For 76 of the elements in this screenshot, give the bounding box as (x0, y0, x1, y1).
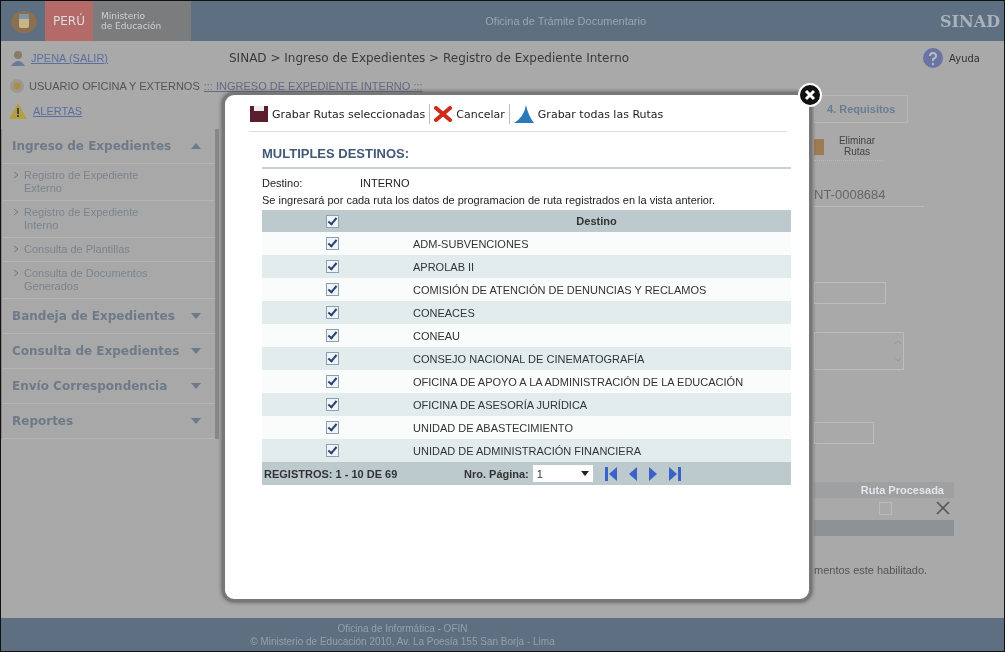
delete-icon[interactable] (936, 501, 950, 515)
warning-icon (9, 103, 27, 119)
instruction-text: Se ingresará por cada ruta los datos de programacion de ruta registrados en la vista anterior. (262, 194, 717, 206)
caret-icon (191, 348, 201, 354)
table-cell-text: CONEAU (412, 329, 462, 342)
record-count: REGISTROS: 1 - 10 DE 69 (264, 467, 399, 480)
table-cell-text: CONEACES (412, 306, 476, 319)
last-page-icon[interactable] (668, 466, 681, 481)
toolbar-button[interactable]: Cancelar (433, 104, 506, 124)
menu-group[interactable]: Reportes (2, 404, 215, 439)
brand-label: SINAD (940, 11, 1001, 31)
checkbox[interactable] (325, 283, 339, 296)
section-title: ::: INGRESO DE EXPEDIENTE INTERNO ::: (203, 80, 423, 92)
checkbox[interactable] (325, 306, 339, 319)
table-cell-text: ADM-SUBVENCIONES (412, 237, 530, 250)
chevron-icon (14, 246, 18, 252)
toolbar-button[interactable]: Grabar todas las Rutas (512, 103, 665, 125)
chevron-icon (14, 172, 18, 178)
requirements-tab[interactable]: 4. Requisitos (814, 95, 909, 123)
ministry-label: Ministerio de Educación (92, 1, 192, 41)
checkbox[interactable] (325, 444, 339, 457)
user-icon (11, 50, 25, 66)
checkbox[interactable] (325, 352, 339, 365)
menu-group[interactable]: Envío Correspondencia (2, 369, 215, 404)
delete-routes-button[interactable]: Eliminar Rutas (832, 135, 882, 157)
caret-icon (191, 143, 201, 149)
menu-group[interactable]: Consulta de Expedientes (2, 334, 215, 369)
previous-page-icon[interactable] (628, 466, 637, 481)
checkbox[interactable] (325, 421, 339, 434)
checkbox[interactable] (325, 398, 339, 411)
floppy-icon (250, 106, 268, 122)
column-header: Destino (575, 215, 618, 227)
table-cell-text: OFICINA DE APOYO A LA ADMINISTRACIÓN DE LA EDUCACIÓN (412, 375, 745, 388)
help-link[interactable]: Ayuda (949, 52, 980, 64)
checkbox[interactable] (325, 260, 339, 273)
column-header: Ruta Procesada (814, 482, 954, 498)
text-field[interactable] (814, 422, 874, 444)
field-label: Destino: (262, 177, 304, 189)
field-value: INTERNO (360, 177, 410, 189)
toolbar-button[interactable]: Grabar Rutas seleccionadas (249, 104, 427, 124)
page-dropdown[interactable]: 1 (532, 465, 593, 482)
chevron-icon (14, 209, 18, 215)
country-label: PERÚ (45, 1, 93, 41)
table-cell-text: UNIDAD DE ADMINISTRACIÓN FINANCIERA (412, 444, 642, 457)
checkbox[interactable] (325, 375, 339, 388)
table-cell-text: UNIDAD DE ABASTECIMIENTO (412, 421, 574, 434)
checkbox[interactable] (325, 329, 339, 342)
caret-icon (191, 313, 201, 319)
caret-icon (191, 418, 201, 424)
checkbox[interactable] (325, 237, 339, 250)
menu-group[interactable]: Ingreso de Expedientes (2, 129, 215, 164)
cross-icon (434, 106, 453, 122)
badge-icon (9, 78, 25, 94)
table-cell-text: APROLAB II (412, 260, 476, 273)
table-cell-text: CONSEJO NACIONAL DE CINEMATOGRAFÍA (412, 352, 646, 365)
breadcrumb: SINAD > Ingreso de Expedientes > Registro de Expediente Interno (228, 51, 631, 65)
dropdown-arrow-icon (580, 471, 589, 476)
note-text: mentos este habilitado. (814, 564, 928, 576)
user-role: USUARIO OFICINA Y EXTERNOS (29, 80, 200, 92)
alerts-link[interactable]: ALERTAS (33, 105, 83, 117)
select-all-checkbox[interactable] (325, 214, 339, 228)
text-field[interactable] (814, 282, 886, 304)
first-page-icon[interactable] (604, 466, 617, 481)
chevron-icon (14, 270, 18, 276)
menu-group[interactable]: Bandeja de Expedientes (2, 299, 215, 334)
fin-icon (513, 105, 534, 123)
close-icon[interactable] (798, 83, 822, 107)
record-number: NT-0008684 (814, 187, 924, 207)
dialog-title: MULTIPLES DESTINOS: (262, 146, 791, 169)
app-title: Oficina de Trámite Documentario (484, 15, 648, 27)
caret-icon (191, 383, 201, 389)
table-cell-text: COMISIÓN DE ATENCIÓN DE DENUNCIAS Y RECLAMOS (412, 283, 708, 296)
table-cell-text: OFICINA DE ASESORÍA JURÍDICA (412, 398, 589, 411)
page-label: Nro. Página: (464, 467, 529, 480)
next-page-icon[interactable] (648, 466, 657, 481)
user-link[interactable]: JPENA (SALIR) (31, 52, 109, 64)
